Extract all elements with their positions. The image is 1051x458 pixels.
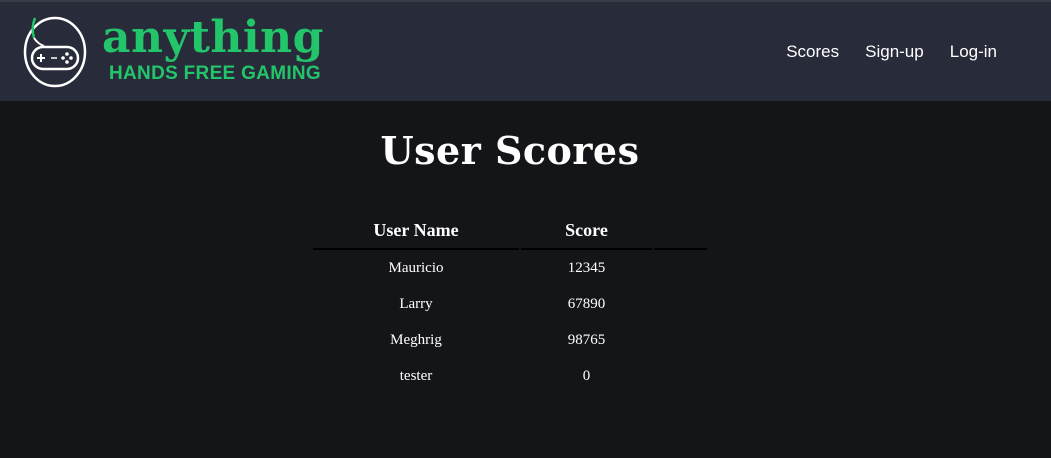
user-scores-table: User Name Score Mauricio 12345 Larry 678… [311,212,709,394]
nav-link-sign-up[interactable]: Sign-up [865,40,924,64]
gamepad-logo-icon[interactable] [22,14,88,88]
nav-link-scores[interactable]: Scores [786,40,839,64]
empty-cell [654,286,707,322]
table-row: Meghrig 98765 [313,322,707,358]
score-cell: 98765 [567,331,606,348]
column-header-score: Score [521,212,652,250]
nav-link-log-in[interactable]: Log-in [950,40,997,64]
page-title: User Scores [380,128,640,173]
column-header-empty [654,212,707,250]
score-cell: 67890 [567,295,606,312]
table-row: Mauricio 12345 [313,250,707,286]
user-name-cell: tester [399,367,433,384]
column-header-user-name: User Name [313,212,519,250]
user-name-cell: Meghrig [390,331,442,348]
score-cell: 0 [582,367,591,384]
table-header-row: User Name Score [313,212,707,250]
main-nav: Scores Sign-up Log-in [786,40,997,64]
user-name-cell: Larry [399,295,433,312]
empty-cell [654,358,707,394]
score-cell: 12345 [567,259,606,276]
empty-cell [654,250,707,286]
table-row: Larry 67890 [313,286,707,322]
user-name-cell: Mauricio [388,259,444,276]
brand-name[interactable]: anything [102,12,324,64]
table-row: tester 0 [313,358,707,394]
brand-tagline: HANDS FREE GAMING [109,63,321,84]
empty-cell [654,322,707,358]
top-navigation-bar: anything HANDS FREE GAMING Scores Sign-u… [0,0,1051,101]
